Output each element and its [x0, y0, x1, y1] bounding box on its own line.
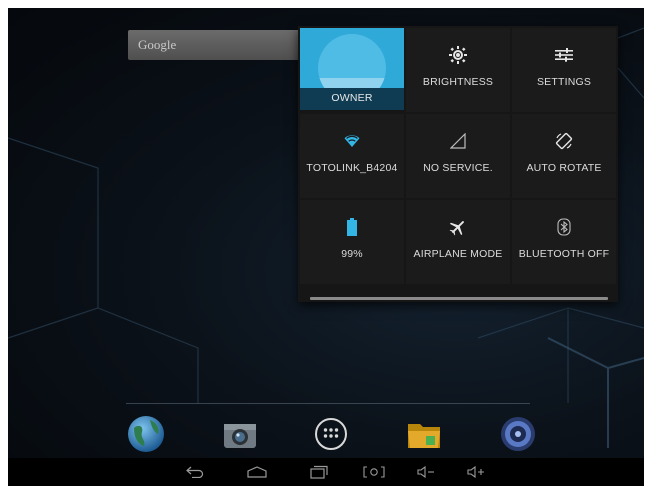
volume-up-icon[interactable] [464, 458, 488, 486]
tile-settings[interactable]: SETTINGS [512, 28, 616, 112]
tile-brightness[interactable]: BRIGHTNESS [406, 28, 510, 112]
brightness-icon [406, 44, 510, 66]
camera-icon[interactable] [220, 414, 260, 454]
music-speaker-icon[interactable] [498, 414, 538, 454]
tile-brightness-label: BRIGHTNESS [422, 76, 494, 88]
tile-bluetooth[interactable]: BLUETOOTH OFF [512, 200, 616, 284]
tile-wifi[interactable]: TOTOLINK_B4204 [300, 114, 404, 198]
tile-signal-label: NO SERVICE. [423, 162, 493, 174]
tile-owner[interactable]: OWNER [300, 28, 404, 110]
battery-icon [300, 216, 404, 238]
navigation-bar [8, 458, 644, 486]
tile-airplane-mode-label: AIRPLANE MODE [413, 248, 503, 260]
quick-settings-panel: OWNER BRIGHTNESS SETTINGS TOTOLINK_B4204… [298, 26, 618, 302]
signal-icon [406, 130, 510, 152]
google-search-bar[interactable]: Google [128, 30, 300, 60]
file-manager-folder-icon[interactable] [404, 414, 444, 454]
bluetooth-icon [512, 216, 616, 238]
tile-battery[interactable]: 99% [300, 200, 404, 284]
screenshot-icon[interactable] [360, 458, 388, 486]
wifi-icon [300, 130, 404, 152]
tile-settings-label: SETTINGS [536, 76, 592, 88]
tile-auto-rotate-label: AUTO ROTATE [526, 162, 602, 174]
tile-airplane-mode[interactable]: AIRPLANE MODE [406, 200, 510, 284]
tablet-screen: Google OWNER BRIGHTNESS SETTINGS TOTOLIN… [8, 8, 644, 486]
back-icon[interactable] [182, 458, 208, 486]
browser-globe-icon[interactable] [126, 414, 166, 454]
home-icon[interactable] [244, 458, 270, 486]
tile-owner-label: OWNER [331, 92, 373, 104]
google-search-label: Google [138, 37, 177, 52]
airplane-icon [406, 216, 510, 238]
app-drawer-icon[interactable] [311, 414, 351, 454]
recent-apps-icon[interactable] [306, 458, 332, 486]
tile-signal[interactable]: NO SERVICE. [406, 114, 510, 198]
tile-bluetooth-label: BLUETOOTH OFF [518, 248, 610, 260]
tile-wifi-label: TOTOLINK_B4204 [306, 162, 398, 174]
auto-rotate-icon [512, 130, 616, 152]
dock-divider [126, 403, 530, 404]
settings-sliders-icon [512, 44, 616, 66]
panel-drag-handle[interactable] [310, 297, 608, 300]
tile-battery-label: 99% [341, 248, 363, 260]
volume-down-icon[interactable] [414, 458, 438, 486]
tile-auto-rotate[interactable]: AUTO ROTATE [512, 114, 616, 198]
